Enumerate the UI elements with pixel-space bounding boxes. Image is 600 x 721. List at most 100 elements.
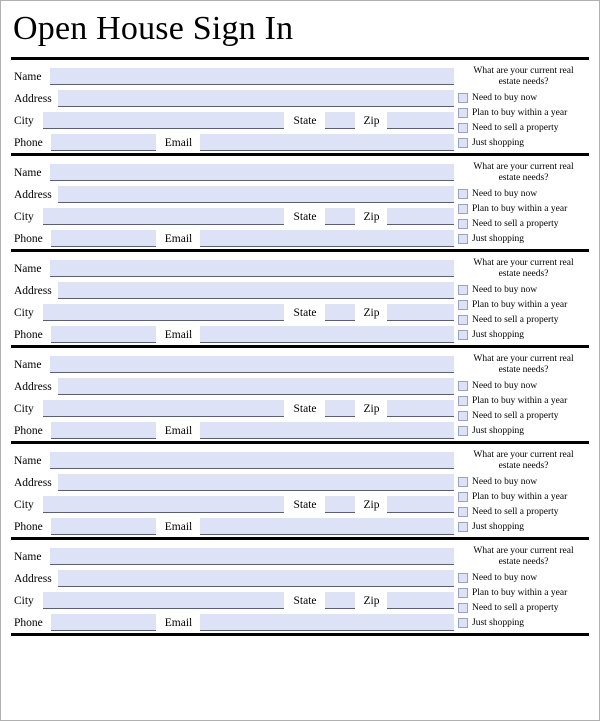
needs-option-row[interactable]: Need to sell a property: [458, 408, 589, 423]
city-input[interactable]: [43, 208, 284, 225]
phone-input[interactable]: [51, 230, 156, 247]
zip-input[interactable]: [387, 592, 454, 609]
needs-option-row[interactable]: Plan to buy within a year: [458, 297, 589, 312]
checkbox-icon[interactable]: [458, 314, 468, 325]
needs-option-row[interactable]: Plan to buy within a year: [458, 585, 589, 600]
address-input[interactable]: [58, 474, 454, 491]
city-input[interactable]: [43, 112, 284, 129]
needs-option-row[interactable]: Just shopping: [458, 519, 589, 534]
needs-option-row[interactable]: Need to sell a property: [458, 504, 589, 519]
name-input[interactable]: [50, 260, 454, 277]
checkbox-icon[interactable]: [458, 380, 468, 391]
state-input[interactable]: [325, 112, 355, 129]
email-input[interactable]: [200, 230, 454, 247]
checkbox-icon[interactable]: [458, 233, 468, 244]
phone-label: Phone: [14, 137, 51, 151]
phone-label: Phone: [14, 521, 51, 535]
address-input[interactable]: [58, 90, 454, 107]
name-input[interactable]: [50, 68, 454, 85]
checkbox-icon[interactable]: [458, 329, 468, 340]
needs-option-row[interactable]: Just shopping: [458, 327, 589, 342]
needs-option-row[interactable]: Just shopping: [458, 615, 589, 630]
phone-email-row: Phone Email: [14, 513, 454, 535]
checkbox-icon[interactable]: [458, 572, 468, 583]
needs-option-row[interactable]: Just shopping: [458, 423, 589, 438]
needs-option-row[interactable]: Need to sell a property: [458, 600, 589, 615]
checkbox-icon[interactable]: [458, 491, 468, 502]
checkbox-icon[interactable]: [458, 521, 468, 532]
name-input[interactable]: [50, 164, 454, 181]
state-input[interactable]: [325, 592, 355, 609]
checkbox-icon[interactable]: [458, 506, 468, 517]
checkbox-icon[interactable]: [458, 395, 468, 406]
name-input[interactable]: [50, 356, 454, 373]
needs-option-row[interactable]: Need to buy now: [458, 474, 589, 489]
name-input[interactable]: [50, 548, 454, 565]
sign-in-entry-block: Name Address City State Zip Phone Email …: [11, 156, 589, 249]
state-input[interactable]: [325, 400, 355, 417]
needs-option-row[interactable]: Need to buy now: [458, 570, 589, 585]
zip-input[interactable]: [387, 400, 454, 417]
phone-input[interactable]: [51, 326, 156, 343]
section-divider: [11, 633, 589, 636]
checkbox-icon[interactable]: [458, 92, 468, 103]
address-input[interactable]: [58, 186, 454, 203]
email-input[interactable]: [200, 326, 454, 343]
checkbox-icon[interactable]: [458, 602, 468, 613]
checkbox-icon[interactable]: [458, 137, 468, 148]
email-input[interactable]: [200, 518, 454, 535]
needs-option-row[interactable]: Need to sell a property: [458, 216, 589, 231]
checkbox-icon[interactable]: [458, 203, 468, 214]
checkbox-icon[interactable]: [458, 218, 468, 229]
checkbox-icon[interactable]: [458, 299, 468, 310]
needs-option-label: Just shopping: [472, 329, 524, 340]
address-input[interactable]: [58, 570, 454, 587]
needs-option-row[interactable]: Need to sell a property: [458, 312, 589, 327]
phone-input[interactable]: [51, 614, 156, 631]
checkbox-icon[interactable]: [458, 188, 468, 199]
needs-option-row[interactable]: Need to buy now: [458, 282, 589, 297]
state-input[interactable]: [325, 496, 355, 513]
checkbox-icon[interactable]: [458, 425, 468, 436]
address-input[interactable]: [58, 378, 454, 395]
phone-input[interactable]: [51, 518, 156, 535]
sign-in-entry-block: Name Address City State Zip Phone Email …: [11, 444, 589, 537]
address-input[interactable]: [58, 282, 454, 299]
state-input[interactable]: [325, 208, 355, 225]
state-input[interactable]: [325, 304, 355, 321]
checkbox-icon[interactable]: [458, 122, 468, 133]
needs-option-row[interactable]: Just shopping: [458, 231, 589, 246]
email-input[interactable]: [200, 422, 454, 439]
city-input[interactable]: [43, 496, 284, 513]
checkbox-icon[interactable]: [458, 107, 468, 118]
needs-option-label: Need to sell a property: [472, 314, 559, 325]
phone-input[interactable]: [51, 134, 156, 151]
needs-option-row[interactable]: Need to buy now: [458, 378, 589, 393]
needs-option-row[interactable]: Need to buy now: [458, 90, 589, 105]
needs-option-row[interactable]: Need to buy now: [458, 186, 589, 201]
needs-option-row[interactable]: Plan to buy within a year: [458, 393, 589, 408]
checkbox-icon[interactable]: [458, 476, 468, 487]
checkbox-icon[interactable]: [458, 410, 468, 421]
city-input[interactable]: [43, 592, 284, 609]
needs-option-row[interactable]: Plan to buy within a year: [458, 105, 589, 120]
needs-option-row[interactable]: Plan to buy within a year: [458, 489, 589, 504]
email-input[interactable]: [200, 134, 454, 151]
real-estate-needs-column: What are your current real estate needs?…: [454, 543, 589, 630]
zip-input[interactable]: [387, 304, 454, 321]
name-input[interactable]: [50, 452, 454, 469]
city-input[interactable]: [43, 304, 284, 321]
checkbox-icon[interactable]: [458, 284, 468, 295]
zip-input[interactable]: [387, 208, 454, 225]
needs-option-row[interactable]: Just shopping: [458, 135, 589, 150]
zip-input[interactable]: [387, 496, 454, 513]
zip-label: Zip: [355, 499, 387, 513]
city-input[interactable]: [43, 400, 284, 417]
checkbox-icon[interactable]: [458, 617, 468, 628]
checkbox-icon[interactable]: [458, 587, 468, 598]
email-input[interactable]: [200, 614, 454, 631]
needs-option-row[interactable]: Need to sell a property: [458, 120, 589, 135]
zip-input[interactable]: [387, 112, 454, 129]
phone-input[interactable]: [51, 422, 156, 439]
needs-option-row[interactable]: Plan to buy within a year: [458, 201, 589, 216]
